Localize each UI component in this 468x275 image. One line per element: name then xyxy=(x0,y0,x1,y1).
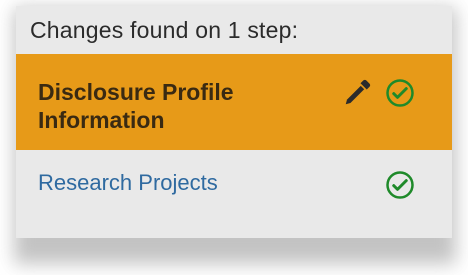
check-circle-icon xyxy=(386,79,414,107)
check-circle-icon xyxy=(386,171,414,199)
step-research-projects[interactable]: Research Projects xyxy=(16,150,452,218)
step-label[interactable]: Research Projects xyxy=(38,169,218,197)
step-disclosure-profile-information[interactable]: Disclosure Profile Information xyxy=(16,54,452,150)
changes-header: Changes found on 1 step: xyxy=(30,16,299,43)
step-label: Disclosure Profile Information xyxy=(38,79,234,133)
pencil-icon[interactable] xyxy=(342,78,372,108)
changes-panel: Changes found on 1 step: Disclosure Prof… xyxy=(16,6,452,238)
